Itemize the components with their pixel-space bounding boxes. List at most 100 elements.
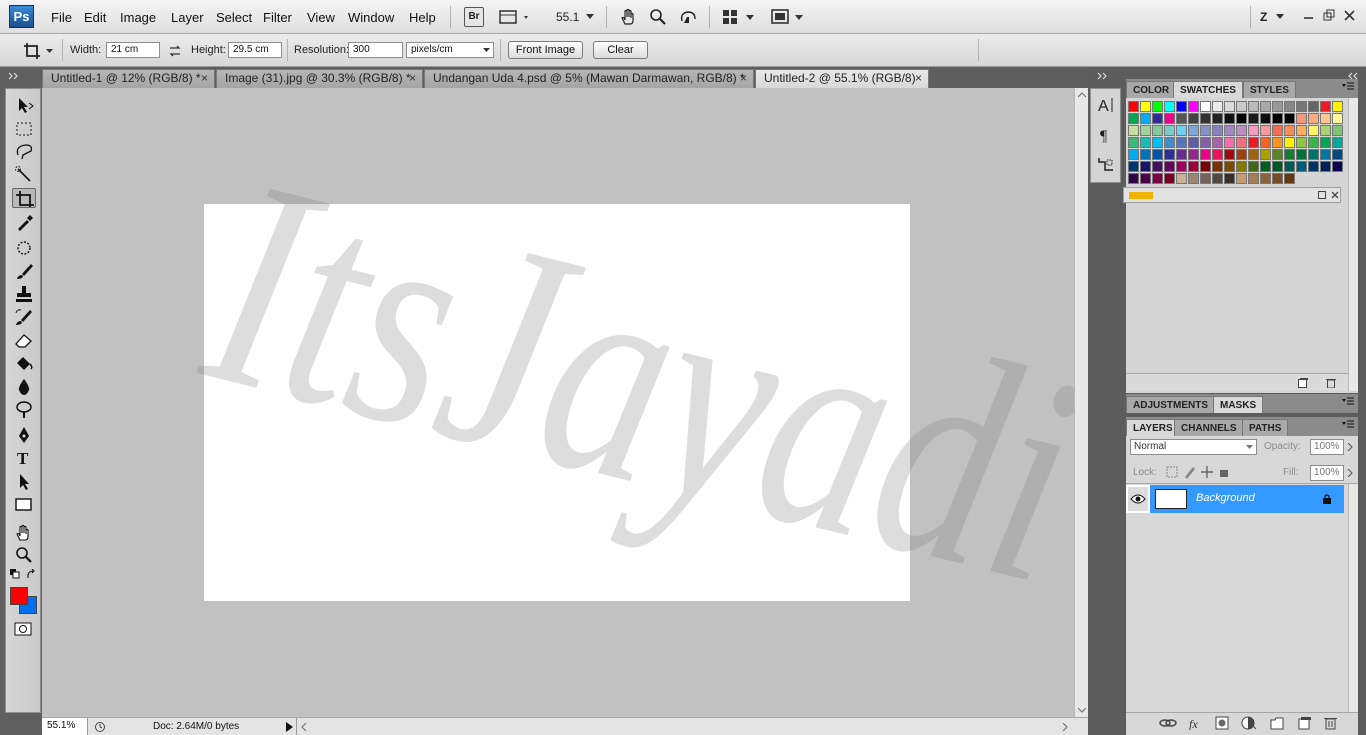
tab-image-31[interactable]: Image (31).jpg @ 30.3% (RGB/8) * × — [216, 69, 423, 88]
color-swatch[interactable] — [1260, 161, 1271, 172]
collapse-toolbox-icon[interactable] — [8, 72, 20, 80]
swatches-scrollbar[interactable] — [1348, 98, 1358, 391]
color-swatch[interactable] — [1308, 149, 1319, 160]
crop-tool-icon[interactable] — [12, 188, 36, 208]
color-swatch[interactable] — [1140, 149, 1151, 160]
panel-menu-icon[interactable] — [1342, 81, 1354, 91]
tab-untitled-2[interactable]: Untitled-2 @ 55.1% (RGB/8) × — [755, 69, 929, 88]
color-swatch[interactable] — [1320, 101, 1331, 112]
chevron-right-icon[interactable] — [1347, 443, 1353, 451]
color-swatch[interactable] — [1128, 125, 1139, 136]
color-swatch[interactable] — [1200, 113, 1211, 124]
color-swatch[interactable] — [1176, 173, 1187, 184]
panel-menu-icon[interactable] — [1342, 419, 1354, 429]
color-swatch[interactable] — [1128, 173, 1139, 184]
color-swatch[interactable] — [1272, 113, 1283, 124]
lock-transparency-icon[interactable] — [1166, 466, 1178, 478]
menu-image[interactable]: Image — [120, 10, 156, 25]
color-swatch[interactable] — [1284, 137, 1295, 148]
color-swatch[interactable] — [1188, 137, 1199, 148]
paint-bucket-icon[interactable] — [12, 353, 36, 373]
color-swatch[interactable] — [1332, 149, 1343, 160]
hand-tool-icon[interactable] — [12, 522, 36, 542]
menu-filter[interactable]: Filter — [263, 10, 292, 25]
color-swatch[interactable] — [1140, 161, 1151, 172]
screen-mode-icon[interactable] — [771, 9, 805, 25]
foreground-color-swatch[interactable] — [10, 587, 28, 605]
quick-selection-icon[interactable] — [12, 165, 36, 185]
zoom-level-display[interactable]: 55.1 — [556, 7, 582, 27]
color-swatch[interactable] — [1164, 173, 1175, 184]
blur-tool-icon[interactable] — [12, 377, 36, 397]
marquee-tool-icon[interactable] — [12, 119, 36, 139]
color-swatch[interactable] — [1128, 113, 1139, 124]
layer-style-icon[interactable]: fx — [1188, 716, 1204, 730]
color-swatch[interactable] — [1188, 149, 1199, 160]
hand-tool-icon[interactable] — [620, 8, 638, 26]
blend-mode-select[interactable]: Normal — [1130, 439, 1257, 455]
front-image-button[interactable]: Front Image — [508, 41, 583, 59]
tab-adjustments[interactable]: ADJUSTMENTS — [1126, 396, 1216, 413]
color-swatch[interactable] — [1236, 161, 1247, 172]
color-swatch[interactable] — [1236, 173, 1247, 184]
color-swatch[interactable] — [1140, 173, 1151, 184]
color-swatch[interactable] — [1248, 137, 1259, 148]
color-swatch[interactable] — [1248, 149, 1259, 160]
tab-styles[interactable]: STYLES — [1243, 81, 1296, 98]
color-swatch[interactable] — [1200, 149, 1211, 160]
lock-position-icon[interactable] — [1201, 466, 1213, 478]
move-tool-icon[interactable] — [12, 95, 36, 115]
color-swatch[interactable] — [1296, 149, 1307, 160]
color-swatch[interactable] — [1224, 101, 1235, 112]
color-swatch[interactable] — [1128, 137, 1139, 148]
eyedropper-tool-icon[interactable] — [12, 212, 36, 232]
restore-icon[interactable] — [1322, 9, 1336, 23]
menu-select[interactable]: Select — [216, 10, 252, 25]
dodge-tool-icon[interactable] — [12, 399, 36, 419]
close-icon[interactable]: × — [740, 70, 747, 87]
color-swatch[interactable] — [1188, 125, 1199, 136]
tab-color[interactable]: COLOR — [1126, 81, 1177, 98]
color-swatch[interactable] — [1128, 161, 1139, 172]
lasso-tool-icon[interactable] — [12, 141, 36, 161]
color-swatch[interactable] — [1212, 101, 1223, 112]
scroll-down-icon[interactable] — [1078, 707, 1086, 713]
history-brush-icon[interactable] — [12, 307, 36, 327]
panel-menu-icon[interactable] — [1342, 396, 1354, 406]
play-arrow-icon[interactable] — [284, 721, 294, 733]
color-swatch[interactable] — [1236, 137, 1247, 148]
tab-undangan-uda[interactable]: Undangan Uda 4.psd @ 5% (Mawan Darmawan,… — [424, 69, 754, 88]
pen-tool-icon[interactable] — [12, 425, 36, 445]
color-swatch[interactable] — [1164, 101, 1175, 112]
color-swatch[interactable] — [1152, 113, 1163, 124]
close-icon[interactable] — [1343, 9, 1357, 23]
color-swatch[interactable] — [1224, 125, 1235, 136]
color-swatch[interactable] — [1272, 161, 1283, 172]
color-swatch[interactable] — [1176, 113, 1187, 124]
color-swatch[interactable] — [1188, 173, 1199, 184]
scroll-right-icon[interactable] — [1062, 723, 1068, 731]
horizontal-scrollbar[interactable] — [296, 718, 1074, 735]
expand-panels-icon[interactable] — [1097, 72, 1109, 80]
quick-mask-icon[interactable] — [14, 622, 32, 636]
adjustment-layer-icon[interactable] — [1241, 716, 1257, 730]
color-swatch[interactable] — [1188, 101, 1199, 112]
color-swatch[interactable] — [1284, 101, 1295, 112]
fill-field[interactable]: 100% — [1310, 465, 1344, 481]
brush-tool-icon[interactable] — [12, 261, 36, 281]
color-swatch[interactable] — [1176, 101, 1187, 112]
layers-scrollbar[interactable] — [1348, 484, 1358, 712]
minimize-icon[interactable] — [1302, 10, 1316, 24]
clone-source-icon[interactable] — [1096, 155, 1116, 175]
color-swatch[interactable] — [1140, 113, 1151, 124]
color-swatch[interactable] — [1188, 161, 1199, 172]
color-swatch[interactable] — [1272, 125, 1283, 136]
default-colors-icon[interactable] — [10, 569, 20, 579]
clone-stamp-icon[interactable] — [12, 284, 36, 304]
lock-all-icon[interactable] — [1220, 470, 1228, 477]
paragraph-panel-icon[interactable]: ¶ — [1097, 125, 1115, 145]
view-extras-button[interactable] — [498, 7, 532, 27]
color-swatch[interactable] — [1248, 125, 1259, 136]
color-swatch[interactable] — [1272, 101, 1283, 112]
color-swatch[interactable] — [1260, 101, 1271, 112]
